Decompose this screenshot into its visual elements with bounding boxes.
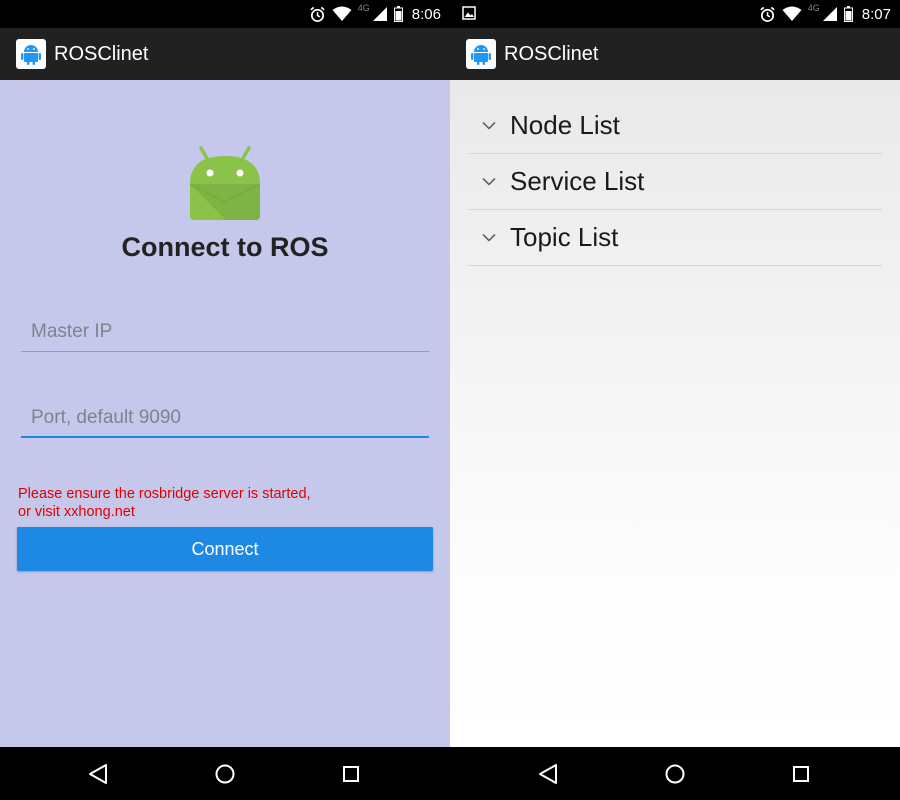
status-bar: 4G 8:06 [0,0,450,28]
chevron-down-icon [478,121,500,130]
android-app-icon [466,39,496,69]
hint-line-2: or visit xxhong.net [18,504,135,520]
port-field[interactable] [21,402,429,438]
list-item-service-list[interactable]: Service List [468,154,882,210]
list-item-label: Node List [510,110,620,140]
status-icons: 4G 8:07 [759,0,891,28]
app-bar: ROSClinet [450,28,900,80]
expandable-list: Node List Service List Topic List [450,80,900,747]
master-ip-field[interactable] [21,316,429,352]
port-underline [21,436,429,438]
navigation-bar [450,747,900,800]
master-ip-underline [21,351,429,352]
status-time: 8:07 [861,5,891,23]
login-screen: 4G 8:06 ROSClinet Connect to ROS Master … [0,0,450,800]
app-title: ROSClinet [54,42,149,65]
chevron-down-icon [478,233,500,242]
port-input[interactable] [21,402,429,434]
image-notification-icon [462,6,476,20]
battery-icon [393,6,403,22]
wifi-icon [782,6,802,22]
navigation-bar [0,747,450,800]
rosbridge-hint: Please ensure the rosbridge server is st… [18,485,438,521]
status-icons: 4G 8:06 [309,0,441,28]
list-item-label: Topic List [510,222,619,252]
battery-icon [843,6,853,22]
signal-icon [372,6,388,22]
network-type-label: 4G [807,3,820,13]
list-item-label: Service List [510,166,645,196]
recent-apps-icon[interactable] [339,762,363,786]
master-ip-input[interactable] [21,316,429,348]
lists-screen: 4G 8:07 ROSClinet Node List Service List… [450,0,900,800]
signal-icon [822,6,838,22]
network-type-label: 4G [357,3,370,13]
status-time: 8:06 [411,5,441,23]
back-icon[interactable] [86,762,110,786]
chevron-down-icon [478,177,500,186]
login-form-area: Connect to ROS Please ensure the rosbrid… [0,80,450,747]
alarm-icon [759,6,776,23]
home-icon[interactable] [663,762,687,786]
alarm-icon [309,6,326,23]
back-icon[interactable] [536,762,560,786]
wifi-icon [332,6,352,22]
hint-line-1: Please ensure the rosbridge server is st… [18,486,311,502]
list-item-node-list[interactable]: Node List [468,98,882,154]
page-title: Connect to ROS [121,232,329,262]
status-bar: 4G 8:07 [450,0,900,28]
app-bar: ROSClinet [0,28,450,80]
app-title: ROSClinet [504,42,599,65]
list-item-topic-list[interactable]: Topic List [468,210,882,266]
home-icon[interactable] [213,762,237,786]
connect-button[interactable]: Connect [17,527,433,571]
android-app-icon [16,39,46,69]
recent-apps-icon[interactable] [789,762,813,786]
android-logo-icon [188,146,262,227]
